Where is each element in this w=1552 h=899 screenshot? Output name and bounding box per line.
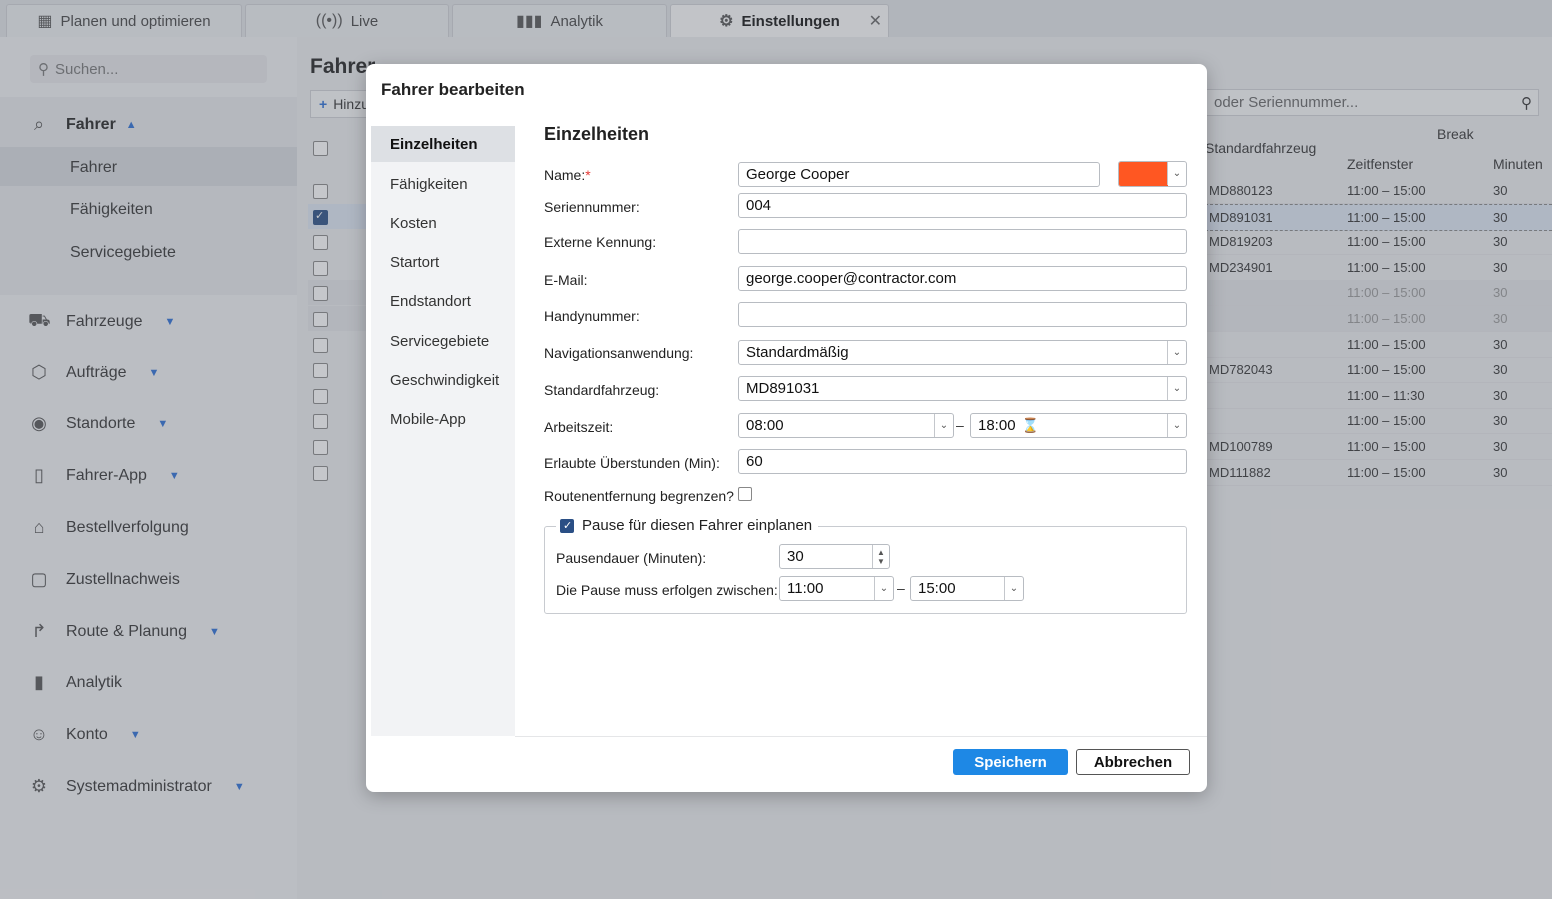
break-end-value: 15:00: [918, 580, 956, 597]
nav-mobile-app[interactable]: Mobile-App: [390, 411, 466, 428]
break-plan-checkbox[interactable]: [560, 518, 574, 533]
default-vehicle-select[interactable]: MD891031 ⌄: [738, 376, 1187, 401]
default-vehicle-label: Standardfahrzeug:: [544, 382, 660, 398]
nav-servicegebiete[interactable]: Servicegebiete: [390, 333, 489, 350]
name-label: Name:*: [544, 167, 591, 183]
break-plan-label: Pause für diesen Fahrer einplanen: [582, 517, 813, 534]
external-id-label: Externe Kennung:: [544, 234, 657, 250]
email-value: george.cooper@contractor.com: [746, 270, 957, 287]
stepper-arrows-icon[interactable]: ▲ ▼: [872, 545, 889, 568]
overtime-label: Erlaubte Überstunden (Min):: [544, 455, 720, 471]
chevron-down-icon: ⌄: [1167, 162, 1186, 185]
work-time-label: Arbeitszeit:: [544, 419, 614, 435]
work-end-select[interactable]: 18:00 ⌛ ⌄: [970, 413, 1187, 438]
chevron-down-icon: ⌄: [1004, 577, 1023, 600]
break-start-value: 11:00: [787, 580, 824, 597]
email-field[interactable]: george.cooper@contractor.com: [738, 266, 1187, 291]
serial-value: 004: [746, 197, 772, 214]
color-swatch: [1119, 162, 1168, 186]
dialog-title: Fahrer bearbeiten: [381, 80, 525, 99]
break-duration-value: 30: [787, 548, 804, 565]
break-duration-stepper[interactable]: 30 ▲ ▼: [779, 544, 890, 569]
nav-endstandort[interactable]: Endstandort: [390, 293, 471, 310]
break-end-select[interactable]: 15:00 ⌄: [910, 576, 1024, 601]
chevron-down-icon: ⌄: [1167, 414, 1186, 437]
break-between-label: Die Pause muss erfolgen zwischen:: [556, 582, 778, 598]
limit-route-label: Routenentfernung begrenzen?: [544, 488, 734, 504]
nav-faehigkeiten[interactable]: Fähigkeiten: [390, 176, 468, 193]
hourglass-icon: ⌛: [1021, 417, 1039, 433]
phone-field[interactable]: [738, 302, 1187, 327]
limit-route-checkbox[interactable]: [738, 487, 752, 501]
required-mark: *: [585, 167, 591, 183]
nav-geschwindigkeit[interactable]: Geschwindigkeit: [390, 372, 499, 389]
default-vehicle-value: MD891031: [746, 380, 820, 397]
time-separator: –: [956, 417, 964, 433]
cancel-button[interactable]: Abbrechen: [1076, 749, 1190, 775]
name-value: George Cooper: [746, 166, 850, 183]
work-start-select[interactable]: 08:00 ⌄: [738, 413, 954, 438]
chevron-down-icon: ⌄: [934, 414, 953, 437]
overtime-field[interactable]: 60: [738, 449, 1187, 474]
work-start-value: 08:00: [746, 417, 784, 434]
email-label: E-Mail:: [544, 272, 588, 288]
chevron-down-icon: ⌄: [874, 577, 893, 600]
external-id-field[interactable]: [738, 229, 1187, 254]
dialog-nav: Einzelheiten Fähigkeiten Kosten Startort…: [371, 126, 515, 736]
chevron-down-icon: ⌄: [1167, 377, 1186, 400]
phone-label: Handynummer:: [544, 308, 640, 324]
nav-startort[interactable]: Startort: [390, 254, 439, 271]
section-title: Einzelheiten: [544, 124, 650, 144]
color-picker[interactable]: ⌄: [1118, 161, 1187, 187]
name-field[interactable]: George Cooper: [738, 162, 1100, 187]
nav-kosten[interactable]: Kosten: [390, 215, 437, 232]
serial-label: Seriennummer:: [544, 199, 640, 215]
name-label-text: Name:: [544, 167, 586, 183]
break-start-select[interactable]: 11:00 ⌄: [779, 576, 894, 601]
nav-app-label: Navigationsanwendung:: [544, 345, 694, 361]
chevron-down-icon: ⌄: [1167, 341, 1186, 364]
break-legend: Pause für diesen Fahrer einplanen: [556, 517, 819, 534]
nav-einzelheiten[interactable]: Einzelheiten: [390, 136, 478, 153]
nav-app-value: Standardmäßig: [746, 344, 849, 361]
save-button[interactable]: Speichern: [953, 749, 1068, 775]
overtime-value: 60: [746, 453, 763, 470]
serial-field[interactable]: 004: [738, 193, 1187, 218]
edit-driver-dialog: Fahrer bearbeiten Einzelheiten Fähigkeit…: [366, 64, 1207, 792]
work-end-value: 18:00: [978, 417, 1016, 434]
time-separator: –: [897, 580, 905, 596]
footer-divider: [515, 736, 1207, 737]
nav-app-select[interactable]: Standardmäßig ⌄: [738, 340, 1187, 365]
break-duration-label: Pausendauer (Minuten):: [556, 550, 707, 566]
